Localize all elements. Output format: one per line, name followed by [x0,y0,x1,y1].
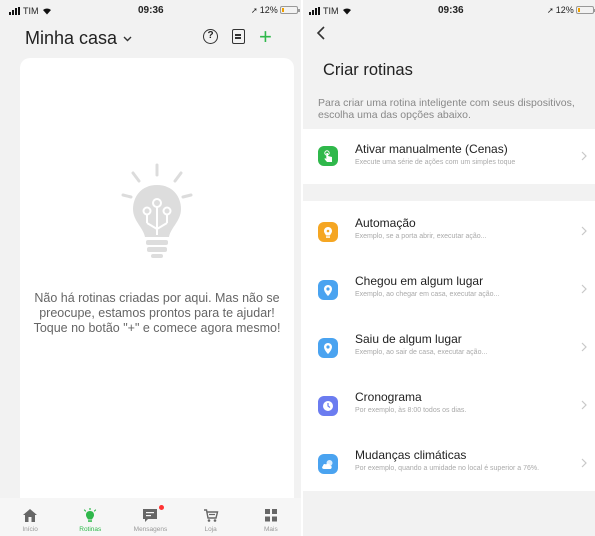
option-clima[interactable]: Mudanças climáticas Por exemplo, quando … [303,433,595,490]
notification-badge [159,505,165,510]
tab-mensagens[interactable]: Mensagens [122,505,178,533]
wifi-icon [42,8,51,15]
chevron-right-icon [581,226,587,236]
tab-label: Início [22,526,38,533]
empty-state-card: Não há rotinas criadas por aqui. Mas não… [20,58,294,518]
tab-mais[interactable]: Mais [243,508,299,533]
page-title: Criar rotinas [323,61,413,79]
tab-rotinas[interactable]: Rotinas [62,508,118,533]
chevron-down-icon [123,36,132,41]
log-icon[interactable] [232,29,245,44]
home-icon [23,509,38,522]
battery-percent: 12% [259,5,278,15]
carrier-label: TIM [23,6,39,16]
carrier-label: TIM [323,6,339,16]
left-screen: TIM 09:36 ➚ 12% Minha casa ? + Não há ro… [0,0,301,536]
status-bar: TIM 09:36 ➚ 12% [303,0,595,22]
tab-label: Rotinas [79,526,102,533]
routine-options-card: Automação Exemplo, se a porta abrir, exe… [303,201,595,491]
clock-icon [318,396,338,416]
grid-icon [264,509,277,522]
battery-percent: 12% [555,5,574,15]
chevron-right-icon [581,151,587,161]
status-bar: TIM 09:36 ➚ 12% [0,0,301,22]
option-title: Chegou em algum lugar [355,274,484,288]
option-description: Por exemplo, quando a umidade no local é… [355,465,540,472]
chevron-right-icon [581,400,587,410]
back-arrow-icon[interactable] [316,26,326,40]
bulb-icon [84,508,97,522]
location-arrow-icon: ➚ [251,5,258,15]
option-title: Automação [355,216,416,230]
option-title: Mudanças climáticas [355,448,467,462]
option-saiu[interactable]: Saiu de algum lugar Exemplo, ao sair de … [303,317,595,374]
weather-icon [318,454,338,474]
signal-icon [309,7,320,15]
tab-inicio[interactable]: Início [2,508,58,533]
tab-label: Loja [204,526,217,533]
home-selector[interactable]: Minha casa [25,28,132,49]
right-screen: TIM 09:36 ➚ 12% Criar rotinas Para criar… [303,0,595,536]
battery-icon [279,6,300,14]
chevron-right-icon [581,458,587,468]
bulb-icon [318,222,338,242]
option-title: Saiu de algum lugar [355,332,462,346]
option-description: Execute uma série de ações com um simple… [355,159,516,166]
option-title: Cronograma [355,390,422,404]
wifi-icon [342,8,351,15]
option-manual-scene[interactable]: Ativar manualmente (Cenas) Execute uma s… [303,129,595,186]
option-chegou[interactable]: Chegou em algum lugar Exemplo, ao chegar… [303,259,595,316]
option-description: Por exemplo, às 8:00 todos os dias. [355,407,467,414]
tab-label: Mensagens [133,526,168,533]
status-time: 09:36 [438,5,464,16]
option-description: Exemplo, ao chegar em casa, executar açã… [355,291,500,298]
signal-icon [9,7,20,15]
manual-scene-card[interactable]: Ativar manualmente (Cenas) Execute uma s… [303,129,595,184]
battery-icon [575,6,595,14]
bottom-tab-bar: Início Rotinas Mensagens Loja Mais [0,498,301,536]
chevron-right-icon [581,284,587,294]
tap-icon [318,146,338,166]
add-routine-button[interactable]: + [259,26,272,48]
option-title: Ativar manualmente (Cenas) [355,142,508,156]
empty-state-message: Não há rotinas criadas por aqui. Mas não… [33,291,281,335]
cart-icon [203,509,219,522]
option-description: Exemplo, se a porta abrir, executar ação… [355,233,487,240]
location-icon [318,338,338,358]
location-arrow-icon: ➚ [547,5,554,15]
location-icon [318,280,338,300]
option-description: Exemplo, ao sair de casa, executar ação.… [355,349,488,356]
chevron-right-icon [581,342,587,352]
status-time: 09:36 [138,5,164,16]
option-cronograma[interactable]: Cronograma Por exemplo, às 8:00 todos os… [303,375,595,432]
page-subtitle: Para criar uma rotina inteligente com se… [318,97,575,121]
home-title: Minha casa [25,28,118,48]
tab-label: Mais [263,526,278,533]
tab-loja[interactable]: Loja [183,508,239,533]
help-icon[interactable]: ? [203,29,218,44]
option-automacao[interactable]: Automação Exemplo, se a porta abrir, exe… [303,201,595,258]
bulb-illustration-icon [121,163,193,273]
message-icon [143,509,158,522]
